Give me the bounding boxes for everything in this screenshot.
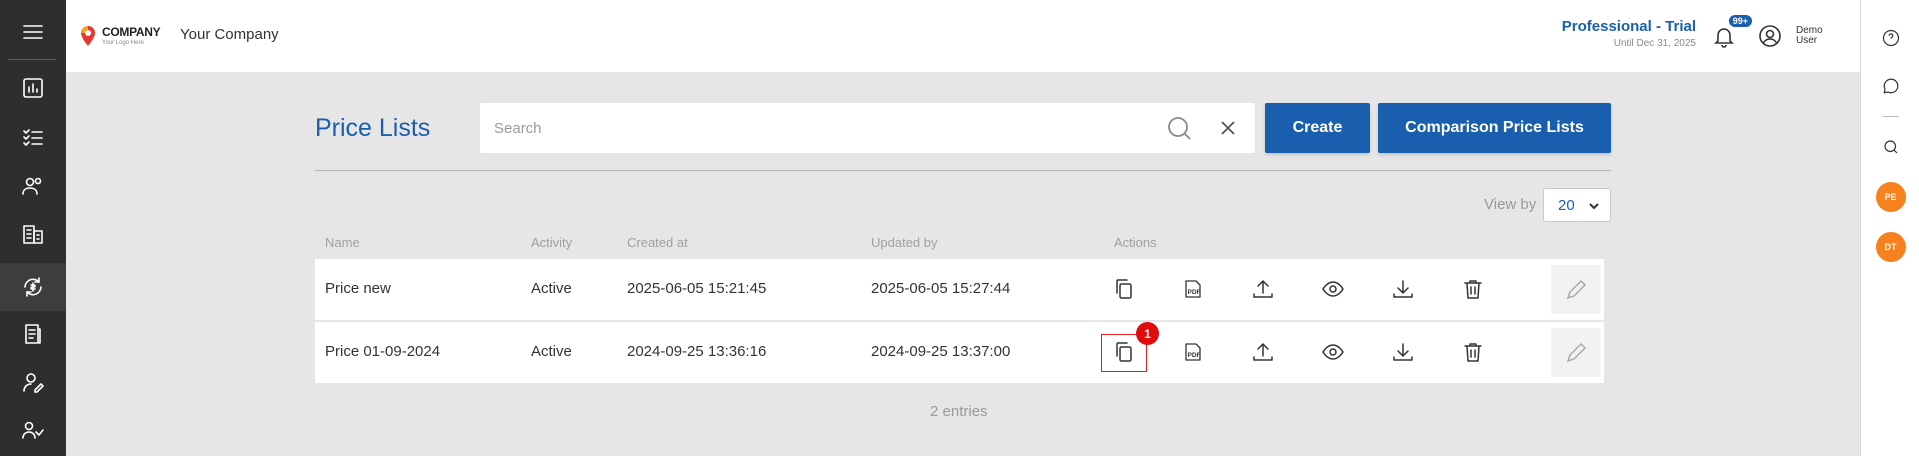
avatar-dt[interactable]: DT <box>1861 231 1919 263</box>
entries-count: 2 entries <box>930 403 988 420</box>
row-updated: 2025-06-05 15:27:44 <box>871 280 1011 297</box>
chat-icon[interactable] <box>1861 70 1919 102</box>
trash-icon[interactable] <box>1459 275 1487 303</box>
rail-search-icon[interactable] <box>1861 131 1919 163</box>
sidebar-item-user-edit[interactable] <box>0 358 66 406</box>
sidebar-item-prices[interactable] <box>0 263 66 311</box>
download-icon[interactable] <box>1389 338 1417 366</box>
sidebar-item-companies[interactable] <box>0 210 66 258</box>
rail-divider <box>1883 116 1899 117</box>
help-icon[interactable] <box>1861 22 1919 54</box>
menu-icon[interactable] <box>0 8 66 56</box>
currency-cycle-icon <box>24 277 42 297</box>
row-updated: 2024-09-25 13:37:00 <box>871 343 1011 360</box>
upload-icon[interactable] <box>1249 275 1277 303</box>
row-created: 2024-09-25 13:36:16 <box>627 343 767 360</box>
sidebar-item-dashboard[interactable] <box>0 64 66 112</box>
left-sidebar <box>0 0 66 456</box>
table-row[interactable]: Price new Active 2025-06-05 15:21:45 202… <box>315 259 1604 320</box>
copy-icon[interactable] <box>1110 338 1138 366</box>
company-name: Your Company <box>180 26 279 43</box>
column-header-activity: Activity <box>531 235 573 250</box>
logo-tagline: Your Logo Here <box>102 40 144 46</box>
top-bar: COMPANY Your Logo Here Your Company Prof… <box>66 0 1860 72</box>
right-rail: PE DT <box>1860 0 1919 456</box>
avatar-pe[interactable]: PE <box>1861 181 1919 213</box>
row-created: 2025-06-05 15:21:45 <box>627 280 767 297</box>
user-avatar-icon[interactable] <box>1758 24 1782 48</box>
sidebar-item-team[interactable] <box>0 406 66 454</box>
trash-icon[interactable] <box>1459 338 1487 366</box>
page-title: Price Lists <box>315 114 431 142</box>
sidebar-item-tasks[interactable] <box>0 113 66 161</box>
view-by-label: View by <box>1484 196 1537 213</box>
column-header-actions: Actions <box>1114 235 1157 250</box>
pdf-icon[interactable]: PDF <box>1179 338 1207 366</box>
location-pin-icon <box>81 26 95 46</box>
column-header-name: Name <box>325 235 360 250</box>
comparison-price-lists-button[interactable]: Comparison Price Lists <box>1378 103 1611 153</box>
plan-until: Until Dec 31, 2025 <box>1613 38 1696 49</box>
plan-info[interactable]: Professional - Trial Until Dec 31, 2025 <box>1562 18 1696 49</box>
building-icon <box>23 225 43 244</box>
column-header-updated: Updated by <box>871 235 938 250</box>
user-last-name: User <box>1796 35 1818 46</box>
annotation-marker: 1 <box>1136 322 1159 345</box>
notification-badge: 99+ <box>1727 14 1753 28</box>
plan-title: Professional - Trial <box>1561 18 1696 35</box>
row-name: Price 01-09-2024 <box>325 343 441 360</box>
row-activity: Active <box>531 280 572 297</box>
row-activity: Active <box>531 343 572 360</box>
svg-text:PDF: PDF <box>1188 352 1201 359</box>
chevron-down-icon <box>1588 199 1600 211</box>
checklist-icon <box>23 129 43 146</box>
avatar-dt-label: DT <box>1875 232 1906 262</box>
search-icon[interactable] <box>1166 115 1192 141</box>
document-icon <box>25 324 41 344</box>
pdf-icon[interactable]: PDF <box>1179 275 1207 303</box>
search-input[interactable] <box>494 103 1134 153</box>
svg-text:PDF: PDF <box>1188 289 1201 296</box>
sidebar-item-documents[interactable] <box>0 310 66 358</box>
pencil-icon[interactable] <box>1551 265 1601 314</box>
table-row[interactable]: Price 01-09-2024 Active 2024-09-25 13:36… <box>315 322 1604 383</box>
users-icon <box>22 177 42 195</box>
column-header-created: Created at <box>627 235 688 250</box>
upload-icon[interactable] <box>1249 338 1277 366</box>
close-icon[interactable] <box>1218 118 1238 138</box>
search-box <box>480 103 1255 153</box>
download-icon[interactable] <box>1389 275 1417 303</box>
chart-icon <box>23 78 43 98</box>
copy-icon[interactable] <box>1110 275 1138 303</box>
avatar-pe-label: PE <box>1875 182 1906 212</box>
header-divider <box>315 170 1611 171</box>
team-icon <box>22 421 44 439</box>
eye-icon[interactable] <box>1319 338 1347 366</box>
view-by-select[interactable]: 20 <box>1543 188 1611 222</box>
company-logo[interactable]: COMPANY Your Logo Here <box>78 20 170 52</box>
user-edit-icon <box>23 373 44 393</box>
view-by-value: 20 <box>1558 196 1575 214</box>
sidebar-item-contacts[interactable] <box>0 162 66 210</box>
pencil-icon[interactable] <box>1551 328 1601 377</box>
logo-text: COMPANY <box>102 25 161 39</box>
eye-icon[interactable] <box>1319 275 1347 303</box>
sidebar-divider <box>8 59 56 60</box>
create-button[interactable]: Create <box>1265 103 1370 153</box>
user-name[interactable]: Demo User <box>1796 26 1836 46</box>
row-name: Price new <box>325 280 391 297</box>
